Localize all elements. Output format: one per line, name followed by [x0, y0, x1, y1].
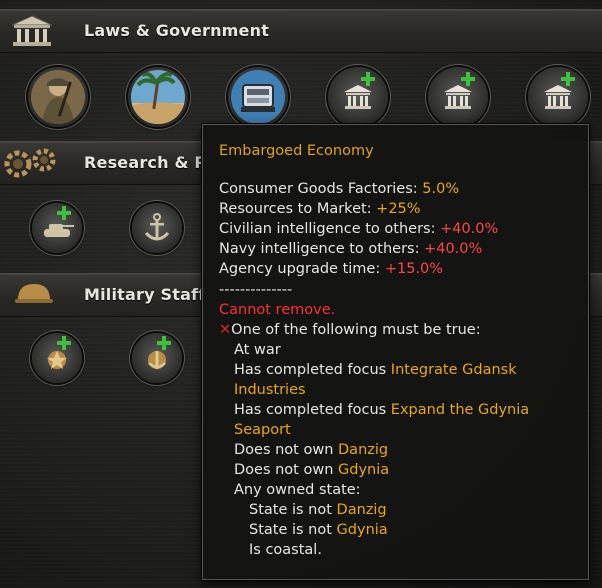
national-spirits-panel: Laws & Government Research & P Military … — [0, 0, 602, 588]
plus-icon — [157, 336, 171, 350]
focus-name: Expand the Gdynia — [390, 402, 530, 418]
government-building-icon — [11, 15, 53, 46]
condition-is-coastal: Is coastal. — [249, 542, 322, 558]
modifier-value: +40.0% — [440, 221, 499, 237]
condition-prefix: State is not — [249, 522, 337, 538]
condition-prefix: Does not own — [234, 442, 339, 458]
spirit-slot-empty-3[interactable] — [528, 67, 588, 127]
military-staff-title: Military Staff — [84, 285, 206, 304]
government-building-icon — [344, 85, 372, 109]
state-name: Gdynia — [338, 462, 390, 478]
condition-state-not-danzig: State is not Danzig — [249, 500, 387, 520]
tooltip-title: Embargoed Economy — [219, 143, 374, 159]
modifier-label: Consumer Goods Factories: — [219, 181, 423, 197]
condition-header-text: One of the following must be true: — [231, 322, 481, 338]
spirit-slot-empty-2[interactable] — [428, 67, 488, 127]
modifier-label: Navy intelligence to others: — [219, 241, 425, 257]
spirit-slot-desert[interactable] — [128, 67, 188, 127]
military-staff-slot-army[interactable] — [32, 333, 82, 383]
modifier-label: Agency upgrade time: — [219, 261, 385, 277]
research-slot-tank[interactable] — [32, 203, 82, 253]
embargo-barrier-icon — [231, 70, 285, 124]
cross-icon: ✕ — [219, 322, 232, 338]
plus-icon — [561, 72, 575, 86]
modifier-value: +25% — [376, 201, 421, 217]
national-spirit-tooltip: Embargoed Economy Consumer Goods Factori… — [202, 124, 589, 580]
condition-not-own-gdynia: Does not own Gdynia — [234, 460, 389, 480]
research-slot-naval[interactable] — [132, 203, 182, 253]
modifier-line: Agency upgrade time: +15.0% — [219, 259, 443, 279]
condition-prefix: State is not — [249, 502, 337, 518]
modifier-line: Resources to Market: +25% — [219, 199, 421, 219]
modifier-value: +15.0% — [384, 261, 444, 277]
focus-name-continued: Industries — [234, 382, 306, 398]
condition-at-war: At war — [234, 342, 281, 358]
government-building-icon — [544, 85, 572, 109]
spirit-slot-embargoed-economy[interactable] — [228, 67, 288, 127]
gears-icon — [4, 148, 56, 178]
anchor-icon — [144, 213, 170, 241]
government-building-icon — [444, 85, 472, 109]
cannot-remove-text: Cannot remove. — [219, 302, 336, 318]
helmet-icon — [15, 284, 53, 303]
modifier-line: Consumer Goods Factories: 5.0% — [219, 179, 459, 199]
state-name: Danzig — [336, 502, 387, 518]
modifier-value: +40.0% — [424, 241, 483, 257]
condition-prefix: Has completed focus — [234, 402, 391, 418]
military-staff-slot-navy[interactable] — [132, 333, 182, 383]
modifier-line: Civilian intelligence to others: +40.0% — [219, 219, 498, 239]
modifier-line: Navy intelligence to others: +40.0% — [219, 239, 482, 259]
state-name: Danzig — [338, 442, 389, 458]
focus-name-continued: Seaport — [234, 422, 291, 438]
condition-focus-gdansk: Has completed focus Integrate Gdansk — [234, 360, 517, 380]
spirit-slot-empty-1[interactable] — [328, 67, 388, 127]
soldier-portrait-icon — [31, 70, 85, 124]
plus-icon — [361, 72, 375, 86]
separator: -------------- — [219, 282, 293, 298]
laws-government-title: Laws & Government — [84, 21, 270, 40]
modifier-label: Civilian intelligence to others: — [219, 221, 441, 237]
laws-government-header: Laws & Government — [0, 9, 602, 53]
palm-desert-icon — [131, 70, 185, 124]
condition-any-owned-state: Any owned state: — [234, 482, 361, 498]
research-title: Research & P — [84, 153, 207, 172]
condition-prefix: Does not own — [234, 462, 339, 478]
spirit-slot-soldier[interactable] — [28, 67, 88, 127]
modifier-value: 5.0% — [422, 181, 460, 197]
plus-icon — [57, 206, 71, 220]
condition-header: ✕One of the following must be true: — [219, 320, 481, 340]
plus-icon — [57, 336, 71, 350]
plus-icon — [461, 72, 475, 86]
state-name: Gdynia — [336, 522, 388, 538]
condition-prefix: Has completed focus — [234, 362, 391, 378]
focus-name: Integrate Gdansk — [390, 362, 517, 378]
condition-focus-gdynia: Has completed focus Expand the Gdynia — [234, 400, 529, 420]
condition-not-own-danzig: Does not own Danzig — [234, 440, 388, 460]
condition-state-not-gdynia: State is not Gdynia — [249, 520, 388, 540]
modifier-label: Resources to Market: — [219, 201, 377, 217]
